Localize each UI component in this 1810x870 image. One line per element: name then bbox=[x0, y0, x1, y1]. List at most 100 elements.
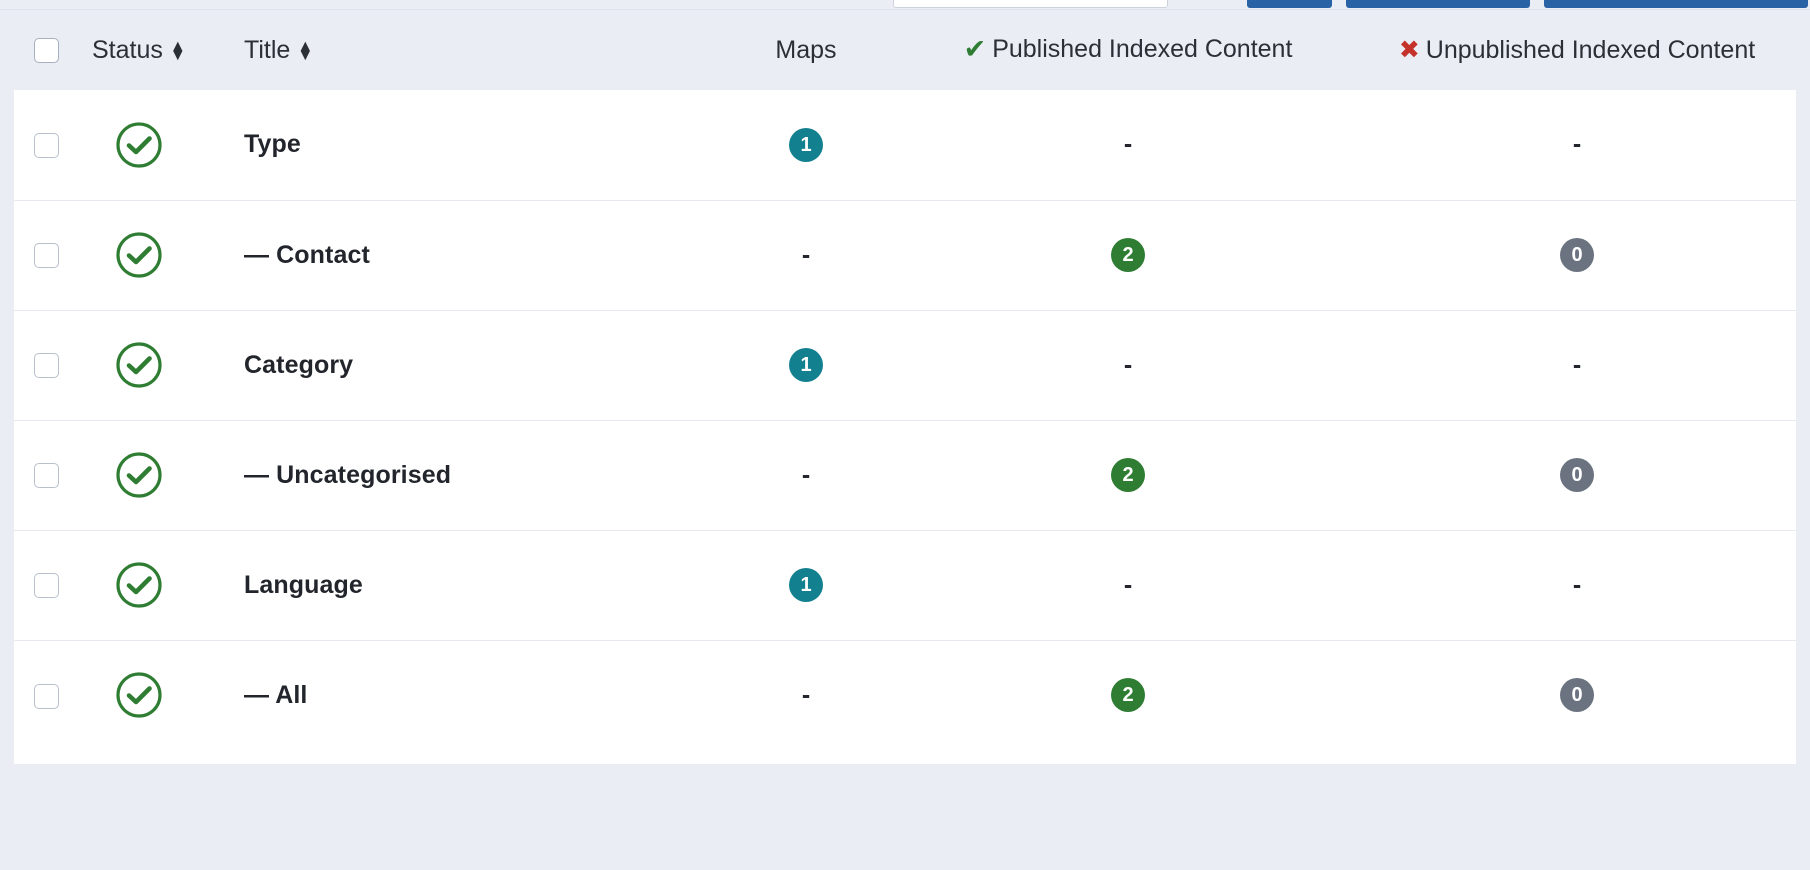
published-cell: - bbox=[898, 90, 1358, 200]
unpublished-cell: - bbox=[1358, 90, 1796, 200]
unpublished-cell-badge[interactable]: 0 bbox=[1560, 238, 1594, 272]
table-bottom-padding bbox=[14, 750, 1796, 764]
maps-cell-badge[interactable]: 1 bbox=[789, 568, 823, 602]
column-label-unpublished: Unpublished Indexed Content bbox=[1426, 36, 1755, 65]
status-published-icon[interactable] bbox=[114, 460, 164, 488]
table-row: Category 1 - - bbox=[14, 310, 1796, 420]
published-cell: - bbox=[898, 530, 1358, 640]
status-cell bbox=[92, 310, 244, 420]
maps-cell: - bbox=[714, 640, 898, 750]
column-header-title[interactable]: Title ▲▼ bbox=[244, 10, 714, 90]
status-published-icon[interactable] bbox=[114, 570, 164, 598]
title-cell[interactable]: — Contact bbox=[244, 200, 714, 310]
published-cell-empty: - bbox=[1124, 130, 1132, 158]
unpublished-cell-badge[interactable]: 0 bbox=[1560, 458, 1594, 492]
check-icon: ✔ bbox=[964, 36, 987, 63]
sort-title: Title ▲▼ bbox=[244, 36, 313, 65]
unpublished-cell-empty: - bbox=[1573, 130, 1581, 158]
select-all-header bbox=[14, 10, 92, 90]
toolbar-button-2[interactable] bbox=[1346, 0, 1530, 8]
column-header-status[interactable]: Status ▲▼ bbox=[92, 10, 244, 90]
unpublished-cell-empty: - bbox=[1573, 571, 1581, 599]
row-checkbox[interactable] bbox=[34, 243, 59, 268]
status-published-icon[interactable] bbox=[114, 680, 164, 708]
status-cell bbox=[92, 90, 244, 200]
published-cell-badge[interactable]: 2 bbox=[1111, 678, 1145, 712]
published-cell-badge[interactable]: 2 bbox=[1111, 458, 1145, 492]
toolbar-button-1[interactable] bbox=[1247, 0, 1332, 8]
row-checkbox[interactable] bbox=[34, 573, 59, 598]
sort-arrows-icon[interactable]: ▲▼ bbox=[297, 42, 313, 61]
row-select-cell bbox=[14, 90, 92, 200]
title-cell[interactable]: Type bbox=[244, 90, 714, 200]
maps-cell-empty: - bbox=[802, 461, 810, 489]
status-cell bbox=[92, 640, 244, 750]
maps-cell: 1 bbox=[714, 530, 898, 640]
table-header-row: Status ▲▼ Title ▲▼ Maps bbox=[14, 10, 1796, 90]
table-body: Type1--— Contact-20Category1--— Uncatego… bbox=[14, 90, 1796, 750]
status-published-icon[interactable] bbox=[114, 129, 164, 157]
search-input[interactable] bbox=[893, 0, 1168, 8]
table-row: — Contact - 2 0 bbox=[14, 200, 1796, 310]
sort-arrows-icon[interactable]: ▲▼ bbox=[170, 42, 186, 61]
published-cell: 2 bbox=[898, 200, 1358, 310]
unpublished-cell: 0 bbox=[1358, 200, 1796, 310]
indexed-content-table: Status ▲▼ Title ▲▼ Maps bbox=[14, 10, 1796, 750]
published-cell-badge[interactable]: 2 bbox=[1111, 238, 1145, 272]
status-cell bbox=[92, 200, 244, 310]
maps-cell-empty: - bbox=[802, 241, 810, 269]
published-cell-empty: - bbox=[1124, 351, 1132, 379]
column-label-status: Status bbox=[92, 36, 163, 65]
title-cell[interactable]: Category bbox=[244, 310, 714, 420]
column-label-published: Published Indexed Content bbox=[992, 35, 1292, 64]
select-all-checkbox[interactable] bbox=[34, 38, 59, 63]
maps-cell-badge[interactable]: 1 bbox=[789, 348, 823, 382]
unpublished-cell-empty: - bbox=[1573, 351, 1581, 379]
row-select-cell bbox=[14, 530, 92, 640]
table-row: Language 1 - - bbox=[14, 530, 1796, 640]
unpublished-cell: 0 bbox=[1358, 420, 1796, 530]
unpublished-cell: - bbox=[1358, 310, 1796, 420]
row-checkbox[interactable] bbox=[34, 133, 59, 158]
row-select-cell bbox=[14, 640, 92, 750]
toolbar-button-3[interactable] bbox=[1544, 0, 1808, 8]
maps-cell: - bbox=[714, 420, 898, 530]
title-cell[interactable]: Language bbox=[244, 530, 714, 640]
unpublished-cell: - bbox=[1358, 530, 1796, 640]
column-header-unpublished: ✖ Unpublished Indexed Content bbox=[1358, 10, 1796, 90]
row-select-cell bbox=[14, 310, 92, 420]
maps-cell-badge[interactable]: 1 bbox=[789, 128, 823, 162]
published-cell: 2 bbox=[898, 420, 1358, 530]
maps-cell: 1 bbox=[714, 90, 898, 200]
content-area: Status ▲▼ Title ▲▼ Maps bbox=[0, 10, 1810, 870]
column-label-maps: Maps bbox=[775, 36, 836, 64]
title-cell[interactable]: — All bbox=[244, 640, 714, 750]
status-cell bbox=[92, 420, 244, 530]
row-checkbox[interactable] bbox=[34, 353, 59, 378]
toolbar-strip bbox=[0, 0, 1810, 9]
maps-cell: 1 bbox=[714, 310, 898, 420]
table-header: Status ▲▼ Title ▲▼ Maps bbox=[14, 10, 1796, 90]
status-published-icon[interactable] bbox=[114, 350, 164, 378]
title-cell[interactable]: — Uncategorised bbox=[244, 420, 714, 530]
row-select-cell bbox=[14, 420, 92, 530]
column-header-maps: Maps bbox=[714, 10, 898, 90]
unpublished-cell-badge[interactable]: 0 bbox=[1560, 678, 1594, 712]
sort-status: Status ▲▼ bbox=[92, 36, 186, 65]
row-select-cell bbox=[14, 200, 92, 310]
published-cell: - bbox=[898, 310, 1358, 420]
maps-cell-empty: - bbox=[802, 681, 810, 709]
column-header-published: ✔ Published Indexed Content bbox=[898, 10, 1358, 90]
row-checkbox[interactable] bbox=[34, 684, 59, 709]
table-row: — All - 2 0 bbox=[14, 640, 1796, 750]
published-cell: 2 bbox=[898, 640, 1358, 750]
column-label-title: Title bbox=[244, 36, 290, 65]
row-checkbox[interactable] bbox=[34, 463, 59, 488]
published-cell-empty: - bbox=[1124, 571, 1132, 599]
status-cell bbox=[92, 530, 244, 640]
close-icon: ✖ bbox=[1399, 38, 1420, 63]
unpublished-cell: 0 bbox=[1358, 640, 1796, 750]
status-published-icon[interactable] bbox=[114, 240, 164, 268]
table-row: — Uncategorised - 2 0 bbox=[14, 420, 1796, 530]
maps-cell: - bbox=[714, 200, 898, 310]
